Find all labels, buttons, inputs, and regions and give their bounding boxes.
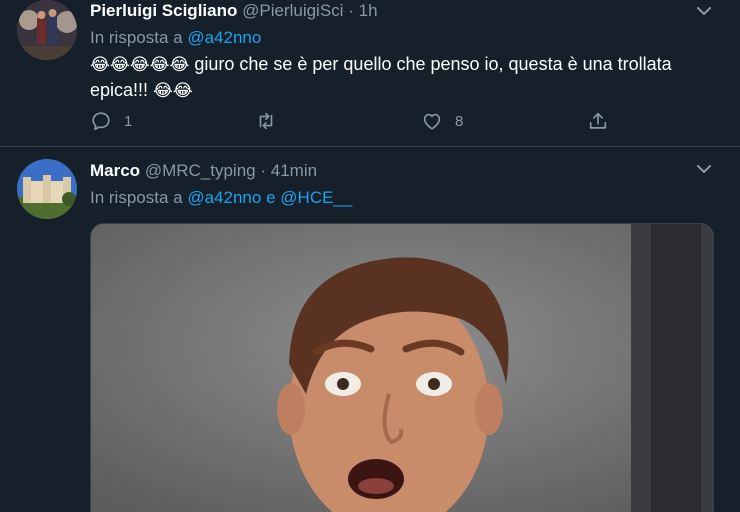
tweet-header: Pierluigi Scigliano @PierluigiSci · 1h	[90, 1, 378, 21]
reply-count: 1	[124, 112, 133, 130]
reply-icon	[92, 112, 110, 131]
author-name[interactable]: Marco	[90, 161, 140, 180]
reply-prefix: In risposta a	[90, 188, 183, 207]
reply-context: In risposta a @a42nno	[90, 28, 261, 48]
tweet-actions: 1 8	[90, 110, 620, 134]
separator: ·	[348, 1, 354, 20]
author-handle[interactable]: @PierluigiSci	[242, 1, 343, 20]
reply-joiner: e	[266, 188, 276, 207]
emoji-lead: 😂😂😂😂😂	[90, 55, 190, 75]
separator: ·	[260, 161, 267, 180]
tweet-header: Marco @MRC_typing · 41min	[90, 161, 317, 181]
retweet-button[interactable]	[255, 110, 289, 132]
reply-prefix: In risposta a	[90, 28, 183, 47]
chevron-down-icon[interactable]	[694, 159, 714, 179]
avatar[interactable]	[17, 0, 77, 60]
author-name[interactable]: Pierluigi Scigliano	[90, 1, 237, 20]
tweet-pierluigi[interactable]: Pierluigi Scigliano @PierluigiSci · 1h I…	[0, 0, 740, 147]
share-icon	[589, 112, 607, 129]
tweet-marco[interactable]: Marco @MRC_typing · 41min In risposta a …	[0, 147, 740, 512]
tweet-media-gif[interactable]	[90, 223, 714, 512]
share-button[interactable]	[587, 110, 609, 132]
reply-mention-2[interactable]: @HCE__	[280, 188, 352, 207]
like-count: 8	[455, 112, 464, 130]
timestamp[interactable]: 41min	[271, 161, 317, 180]
like-button[interactable]: 8	[421, 110, 463, 132]
gif-image	[91, 224, 713, 512]
timestamp[interactable]: 1h	[359, 1, 378, 20]
emoji-tail: 😂😂	[153, 81, 193, 101]
reply-mention[interactable]: @a42nno	[187, 188, 261, 207]
author-handle[interactable]: @MRC_typing	[145, 161, 256, 180]
avatar[interactable]	[17, 159, 77, 219]
heart-icon	[423, 113, 441, 130]
reply-button[interactable]: 1	[90, 110, 132, 132]
chevron-down-icon[interactable]	[694, 1, 714, 21]
reply-mention[interactable]: @a42nno	[187, 28, 261, 47]
retweet-icon	[259, 112, 273, 130]
reply-context: In risposta a @a42nno e @HCE__	[90, 188, 352, 208]
tweet-text: 😂😂😂😂😂 giuro che se è per quello che pens…	[90, 52, 680, 104]
